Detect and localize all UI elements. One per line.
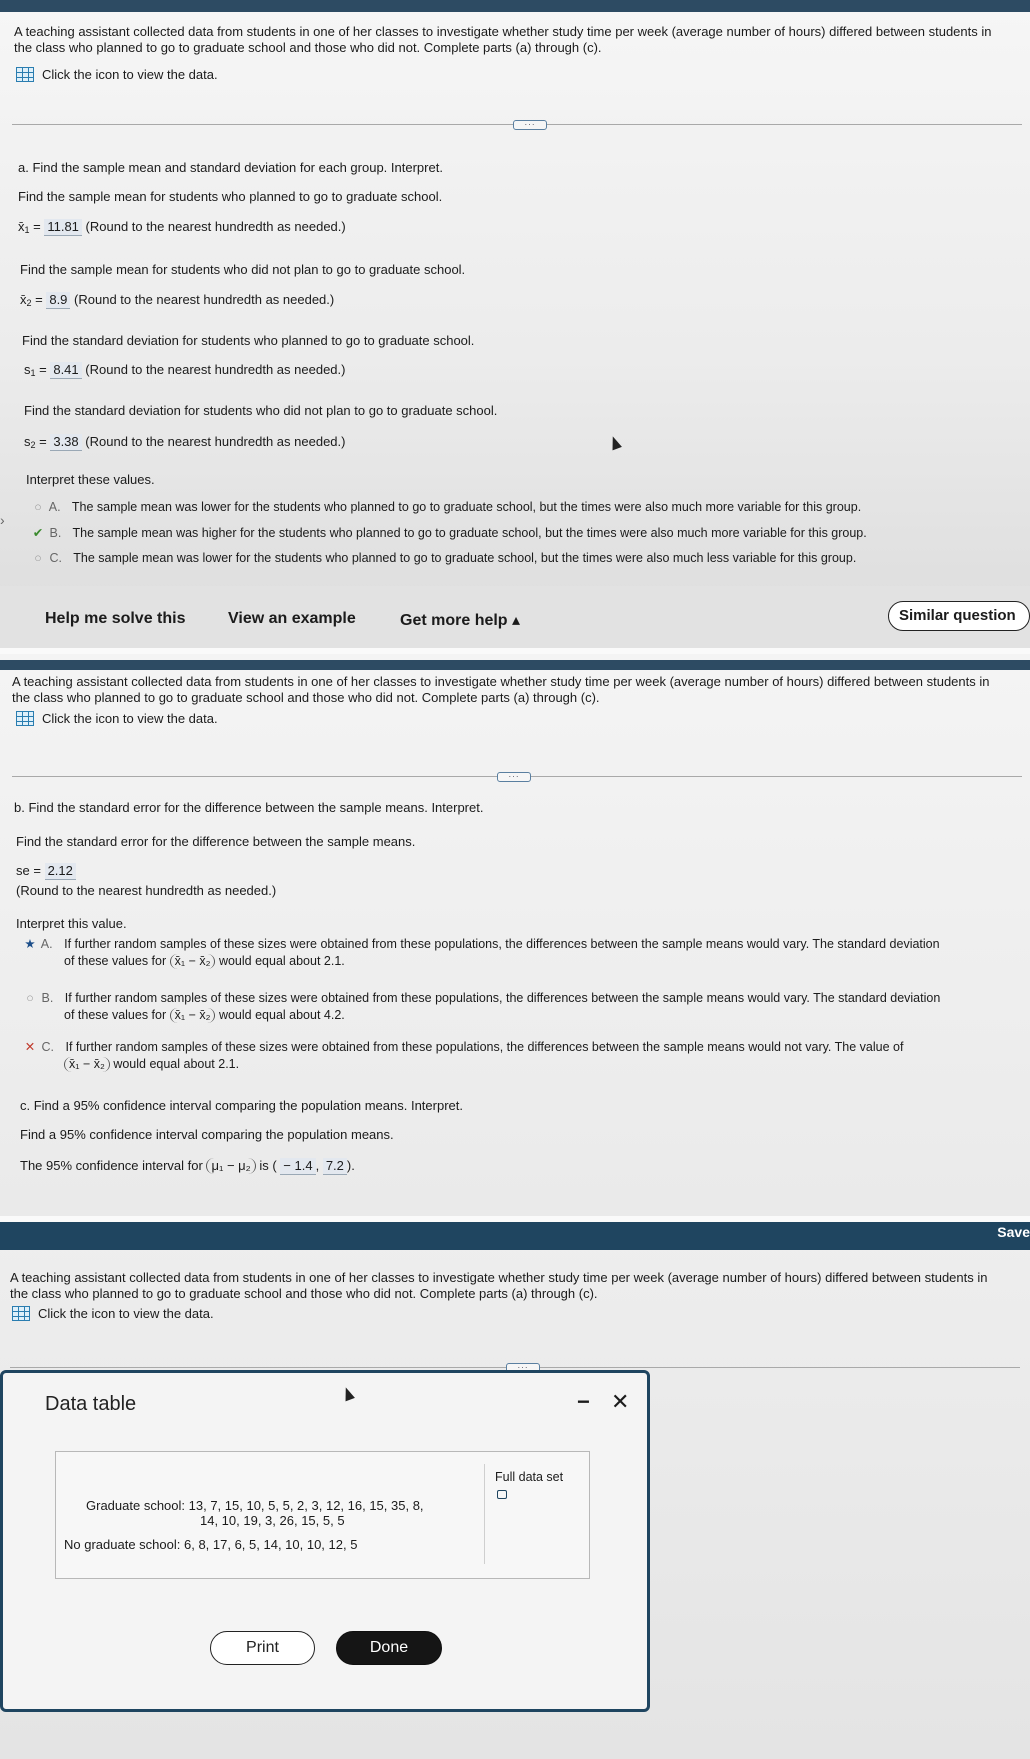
copy-icon[interactable] [497, 1490, 507, 1499]
option-a[interactable]: ○ A. The sample mean was lower for the s… [30, 500, 861, 515]
close-icon[interactable]: ✕ [611, 1389, 629, 1415]
data-table-icon[interactable] [12, 1306, 30, 1321]
question-text: A teaching assistant collected data from… [12, 674, 990, 705]
option-b[interactable]: ✔ B. The sample mean was higher for the … [30, 526, 867, 541]
expand-dots-button[interactable]: ··· [497, 772, 531, 782]
done-button[interactable]: Done [336, 1631, 442, 1665]
x2-answer-field[interactable]: 8.9 [46, 292, 71, 309]
option-c[interactable]: ○ C. The sample mean was lower for the s… [30, 551, 856, 566]
data-table-dialog: Data table − ✕ Graduate school: 13, 7, 1… [0, 1370, 650, 1712]
save-button[interactable]: Save [997, 1224, 1030, 1240]
part-a-q1: Find the sample mean for students who pl… [18, 189, 443, 204]
header-bar [0, 0, 1030, 12]
data-link-label[interactable]: Click the icon to view the data. [42, 67, 218, 82]
part-b-interpret: Interpret this value. [16, 916, 127, 931]
data-link[interactable]: Click the icon to view the data. [16, 67, 218, 82]
checkmark-icon[interactable]: ✔ [30, 526, 46, 541]
question-text: A teaching assistant collected data from… [14, 24, 992, 55]
part-c-heading: c. Find a 95% confidence interval compar… [20, 1098, 463, 1113]
part-c-q1: Find a 95% confidence interval comparing… [20, 1127, 394, 1142]
part-a-q3: Find the standard deviation for students… [22, 333, 475, 348]
ci-high-field[interactable]: 7.2 [322, 1158, 347, 1175]
x2-answer-row: x̄2 = 8.9 (Round to the nearest hundredt… [20, 292, 335, 309]
header-bar [0, 660, 1030, 670]
x1-answer-field[interactable]: 11.81 [44, 219, 82, 236]
radio-icon[interactable]: ○ [30, 500, 46, 515]
data-link[interactable]: Click the icon to view the data. [12, 1306, 214, 1321]
data-box: Graduate school: 13, 7, 15, 10, 5, 5, 2,… [55, 1451, 590, 1579]
option-c[interactable]: ✕ C. If further random samples of these … [22, 1040, 904, 1055]
radio-icon[interactable]: ○ [22, 991, 38, 1006]
se-answer-field[interactable]: 2.12 [44, 863, 76, 880]
similar-question-button[interactable]: Similar question [888, 601, 1030, 631]
option-b[interactable]: ○ B. If further random samples of these … [22, 991, 940, 1006]
data-table-icon[interactable] [16, 67, 34, 82]
cross-icon[interactable]: ✕ [22, 1040, 38, 1055]
part-a-interpret: Interpret these values. [26, 472, 155, 487]
minimize-icon[interactable]: − [577, 1389, 590, 1415]
question-text: A teaching assistant collected data from… [10, 1270, 988, 1301]
data-link-label[interactable]: Click the icon to view the data. [42, 711, 218, 726]
part-a-q4: Find the standard deviation for students… [24, 403, 498, 418]
s2-answer-field[interactable]: 3.38 [50, 434, 82, 451]
full-data-set[interactable]: Full data set [484, 1464, 594, 1564]
data-table-icon[interactable] [16, 711, 34, 726]
view-example-button[interactable]: View an example [228, 610, 356, 628]
s1-answer-row: s1 = 8.41 (Round to the nearest hundredt… [24, 362, 346, 379]
s2-answer-row: s2 = 3.38 (Round to the nearest hundredt… [24, 434, 346, 451]
help-me-solve-button[interactable]: Help me solve this [45, 610, 186, 628]
part-a-heading: a. Find the sample mean and standard dev… [18, 160, 443, 175]
expand-dots-button[interactable]: ··· [513, 120, 547, 130]
option-a[interactable]: ★ A. If further random samples of these … [22, 937, 939, 952]
graduate-row-1: Graduate school: 13, 7, 15, 10, 5, 5, 2,… [86, 1498, 424, 1513]
data-link[interactable]: Click the icon to view the data. [16, 711, 218, 726]
header-bar: Save [0, 1222, 1030, 1250]
ci-answer-row: The 95% confidence interval for μ₁ − μ₂ … [20, 1158, 355, 1175]
mouse-cursor-icon [341, 1385, 355, 1402]
dialog-title: Data table [45, 1393, 137, 1415]
no-graduate-row: No graduate school: 6, 8, 17, 6, 5, 14, … [64, 1537, 358, 1552]
question-panel-part-a: A teaching assistant collected data from… [0, 0, 1030, 648]
get-more-help-button[interactable]: Get more help ▴ [400, 610, 520, 630]
option-a-cont: of these values for x̄₁ − x̄₂ would equa… [64, 954, 345, 969]
round-note: (Round to the nearest hundredth as neede… [16, 883, 277, 898]
data-link-label[interactable]: Click the icon to view the data. [38, 1306, 214, 1321]
ci-low-field[interactable]: − 1.4 [280, 1158, 316, 1175]
print-button[interactable]: Print [210, 1631, 315, 1665]
radio-icon[interactable]: ○ [30, 551, 46, 566]
part-b-q1: Find the standard error for the differen… [16, 834, 416, 849]
option-b-cont: of these values for x̄₁ − x̄₂ would equa… [64, 1008, 345, 1023]
s1-answer-field[interactable]: 8.41 [50, 362, 82, 379]
star-icon[interactable]: ★ [22, 937, 38, 952]
se-answer-row: se = 2.12 [16, 863, 76, 880]
x1-answer-row: x̄1 = 11.81 (Round to the nearest hundre… [18, 219, 346, 236]
part-a-q2: Find the sample mean for students who di… [20, 262, 466, 277]
question-panel-part-b: A teaching assistant collected data from… [0, 654, 1030, 1216]
chevron-right-icon: › [0, 512, 5, 528]
mouse-cursor-icon [608, 434, 622, 451]
part-b-heading: b. Find the standard error for the diffe… [14, 800, 484, 815]
graduate-row-2: 14, 10, 19, 3, 26, 15, 5, 5 [200, 1513, 345, 1528]
option-c-cont: x̄₁ − x̄₂ would equal about 2.1. [64, 1057, 239, 1072]
